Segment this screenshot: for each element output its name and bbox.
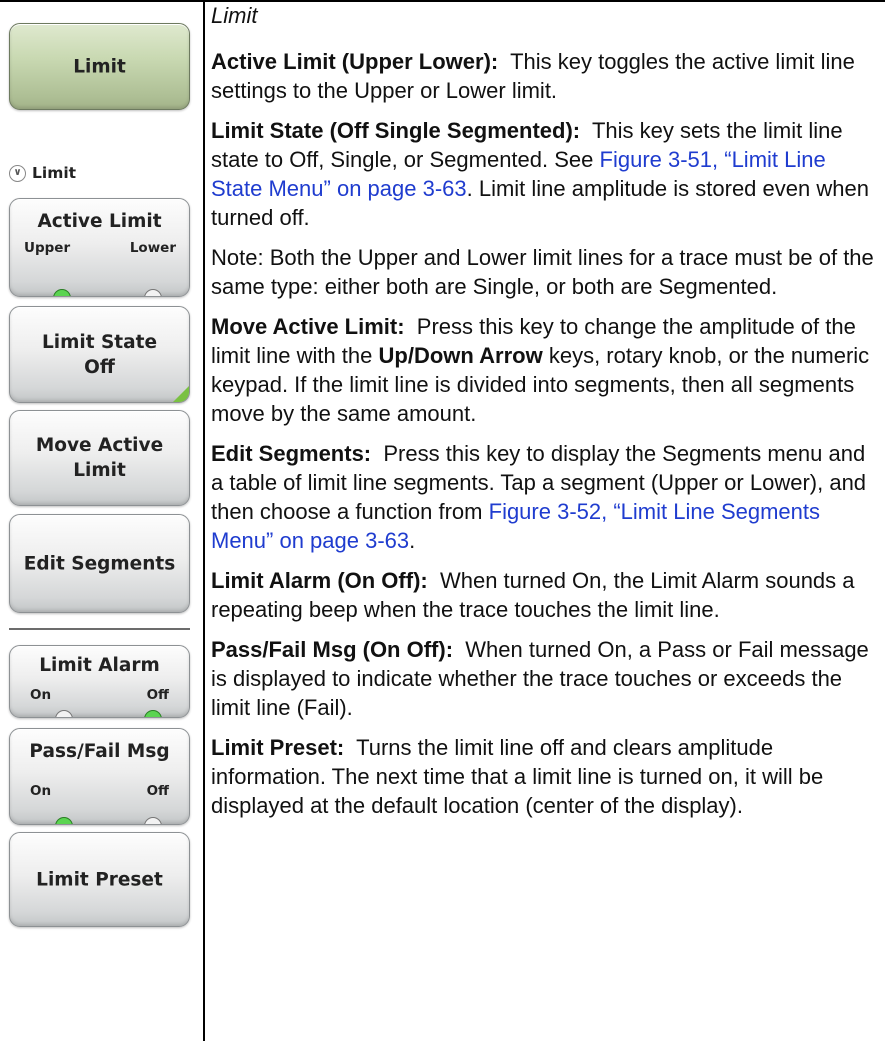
column-divider: [203, 0, 205, 1041]
pass-fail-option-on: On: [30, 783, 52, 799]
limit-preset-description: Limit Preset: Turns the limit line off a…: [211, 733, 879, 820]
up-down-arrow-key-term: Up/Down Arrow: [378, 343, 543, 368]
pass-fail-term: Pass/Fail Msg (On Off):: [211, 637, 454, 662]
pass-fail-msg-button[interactable]: Pass/Fail Msg On Off: [9, 728, 190, 825]
limit-submenu-heading[interactable]: ∨ Limit: [9, 160, 76, 186]
active-limit-description: Active Limit (Upper Lower): This key tog…: [211, 47, 879, 105]
limit-preset-term: Limit Preset:: [211, 735, 345, 760]
edit-segments-description: Edit Segments: Press this key to display…: [211, 439, 879, 555]
move-active-limit-label: Move Active Limit: [10, 433, 189, 483]
pass-fail-description: Pass/Fail Msg (On Off): When turned On, …: [211, 635, 879, 722]
submenu-corner-icon: [173, 386, 189, 402]
limit-alarm-term: Limit Alarm (On Off):: [211, 568, 428, 593]
limit-alarm-option-on: On: [30, 687, 52, 703]
limit-state-term: Limit State (Off Single Segmented):: [211, 118, 581, 143]
pass-fail-option-off: Off: [146, 783, 169, 799]
edit-segments-button[interactable]: Edit Segments: [9, 514, 190, 613]
edit-segments-term: Edit Segments:: [211, 441, 372, 466]
move-active-limit-button[interactable]: Move Active Limit: [9, 410, 190, 506]
upper-indicator-led: [53, 289, 71, 296]
description-panel: Limit Active Limit (Upper Lower): This k…: [211, 0, 879, 831]
move-active-limit-line1: Move Active: [35, 435, 164, 456]
limit-submenu-heading-label: Limit: [32, 164, 77, 182]
limit-main-button-label: Limit: [73, 56, 126, 77]
edit-segments-text-b: .: [409, 528, 416, 553]
move-active-limit-term: Move Active Limit:: [211, 314, 405, 339]
alarm-off-indicator-led: [144, 710, 162, 717]
limit-preset-button[interactable]: Limit Preset: [9, 832, 190, 927]
chevron-down-icon: ∨: [9, 164, 26, 182]
alarm-on-indicator-led: [55, 710, 73, 717]
limit-state-line1: Limit State: [41, 331, 158, 353]
move-active-limit-description: Move Active Limit: Press this key to cha…: [211, 312, 879, 428]
active-limit-label: Active Limit: [37, 211, 162, 232]
pass-fail-msg-label: Pass/Fail Msg: [29, 741, 170, 762]
pass-fail-on-indicator-led: [55, 817, 73, 824]
active-limit-button[interactable]: Active Limit Upper Lower: [9, 198, 190, 297]
move-active-limit-line2: Limit: [73, 460, 126, 481]
limit-state-description: Limit State (Off Single Segmented): This…: [211, 116, 879, 232]
active-limit-option-lower: Lower: [129, 240, 176, 256]
limit-state-value: Off: [84, 356, 115, 378]
lower-indicator-led: [144, 289, 162, 296]
active-limit-term: Active Limit (Upper Lower):: [211, 49, 499, 74]
pass-fail-off-indicator-led: [144, 817, 162, 824]
limit-alarm-label: Limit Alarm: [39, 655, 160, 676]
menu-separator: [9, 628, 190, 630]
limit-alarm-option-off: Off: [146, 687, 169, 703]
active-limit-option-upper: Upper: [24, 240, 71, 256]
edit-segments-label: Edit Segments: [23, 553, 176, 574]
note-paragraph: Note: Both the Upper and Lower limit lin…: [211, 245, 874, 299]
limit-preset-label: Limit Preset: [36, 869, 163, 890]
limit-alarm-description: Limit Alarm (On Off): When turned On, th…: [211, 566, 879, 624]
limit-state-button[interactable]: Limit State Off: [9, 306, 190, 403]
limit-alarm-button[interactable]: Limit Alarm On Off: [9, 645, 190, 718]
limit-state-button-label: Limit State Off: [10, 330, 189, 380]
limit-main-button[interactable]: Limit: [9, 23, 190, 110]
section-header: Limit: [211, 3, 258, 28]
